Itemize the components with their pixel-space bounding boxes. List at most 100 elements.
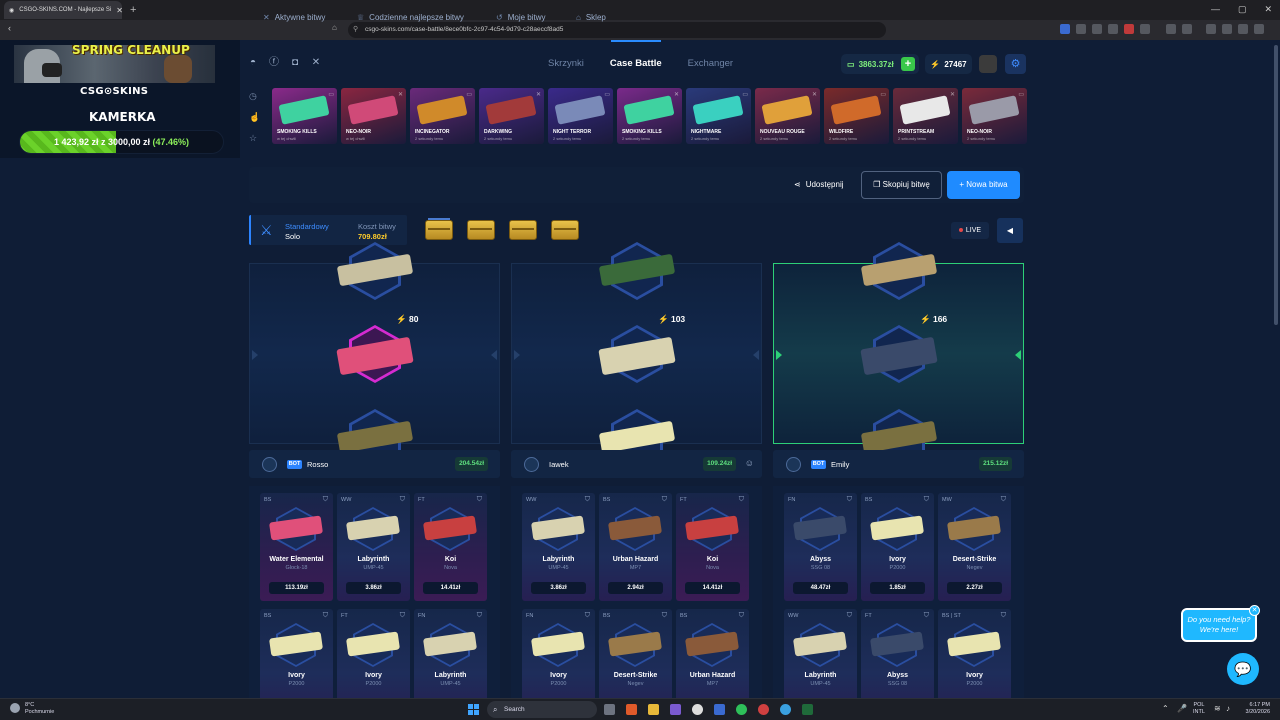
extension-icon[interactable] <box>1140 24 1150 34</box>
item-skin: Ivory <box>365 672 382 679</box>
help-bubble[interactable]: ✕ Do you need help? We're here! <box>1181 605 1260 642</box>
user-avatar[interactable] <box>979 55 997 73</box>
task-view-icon[interactable] <box>604 704 615 715</box>
item-price: 1.85zł <box>870 582 925 594</box>
taskbar-search[interactable]: ⌕ Search <box>487 701 597 718</box>
clock[interactable]: 6:17 PM 3/20/2026 <box>1246 702 1270 716</box>
share-button[interactable]: ⋖ Udostępnij <box>794 180 844 189</box>
windows-start-icon[interactable] <box>468 704 479 715</box>
item-card[interactable]: BS ⛉ Urban Hazard MP7 2.94zł <box>599 493 672 601</box>
avatar[interactable] <box>262 457 277 472</box>
live-badge[interactable]: LIVE <box>951 222 989 239</box>
extension-icon[interactable] <box>1222 24 1232 34</box>
chrome-icon[interactable] <box>780 704 791 715</box>
item-card[interactable]: WW ⛉ Labyrinth UMP-45 3.86zł <box>522 493 595 601</box>
extension-icon[interactable] <box>1108 24 1118 34</box>
close-window-icon[interactable]: ✕ <box>1264 4 1272 15</box>
nav-case-battle[interactable]: Case Battle <box>610 40 662 69</box>
x-twitter-icon[interactable]: ✕ <box>310 57 322 69</box>
item-card[interactable]: FN ⛉ Abyss SSG 08 48.47zł <box>784 493 857 601</box>
extension-icon[interactable] <box>1182 24 1192 34</box>
brave-icon[interactable] <box>626 704 637 715</box>
case-icon[interactable] <box>425 220 453 240</box>
item-card[interactable]: WW ⛉ Labyrinth UMP-45 3.86zł <box>337 493 410 601</box>
item-card[interactable]: BS ⛉ Water Elemental Glock-18 113.19zł <box>260 493 333 601</box>
case-icon[interactable] <box>551 220 579 240</box>
feed-card[interactable]: ✕ NEO-NOIR w tej chwili <box>341 88 406 144</box>
back-icon[interactable]: ‹ <box>8 23 11 33</box>
clock-icon[interactable]: ◷ <box>249 91 260 102</box>
app-icon[interactable] <box>802 704 813 715</box>
feed-card[interactable]: ▭ SMOKING KILLS w tej chwili <box>272 88 337 144</box>
file-explorer-icon[interactable] <box>648 704 659 715</box>
deposit-button[interactable]: + <box>901 57 915 71</box>
spotify-icon[interactable] <box>736 704 747 715</box>
item-skin: Urban Hazard <box>612 556 659 563</box>
close-help-icon[interactable]: ✕ <box>1249 605 1260 616</box>
subnav-active-battles[interactable]: ✕ Aktywne bitwy <box>263 13 325 22</box>
settings-gear-icon[interactable]: ⚙ <box>1005 54 1026 74</box>
emoji-icon[interactable]: ☺ <box>745 458 754 468</box>
avatar[interactable] <box>524 457 539 472</box>
minimize-icon[interactable]: — <box>1211 4 1220 15</box>
extension-icon[interactable] <box>1076 24 1086 34</box>
subnav-shop[interactable]: ⌂ Sklep <box>576 13 606 22</box>
feed-card[interactable]: ▭ INCINEGATOR 2 sekundy temu <box>410 88 475 144</box>
tray-arrow-icon[interactable]: ⌃ <box>1162 704 1169 713</box>
new-battle-button[interactable]: + Nowa bitwa <box>947 171 1020 199</box>
back-arrow-button[interactable]: ◀ <box>997 218 1023 243</box>
facebook-icon[interactable]: ⓕ <box>268 57 280 69</box>
extension-icon[interactable] <box>1092 24 1102 34</box>
close-tab-icon[interactable]: ✕ <box>116 6 122 15</box>
feed-card[interactable]: ✕ SMOKING KILLS 2 sekundy temu <box>617 88 682 144</box>
feed-card[interactable]: ✕ PRINTSTREAM 2 sekundy temu <box>893 88 958 144</box>
app-icon[interactable] <box>670 704 681 715</box>
subnav-my-battles[interactable]: ↺ Moje bitwy <box>496 13 546 22</box>
item-card[interactable]: BS ⛉ Ivory P2000 1.85zł <box>861 493 934 601</box>
subnav-daily-best[interactable]: ♕ Codzienne najlepsze bitwy <box>357 13 464 22</box>
feed-card[interactable]: ▭ NIGHT TERROR 2 sekundy temu <box>548 88 613 144</box>
weather-widget[interactable]: 8°C Pochmurnie <box>10 702 54 716</box>
balance-display[interactable]: ▭ 3863.37zł + <box>841 54 919 74</box>
discord-icon[interactable]: ◓ <box>247 57 259 69</box>
url-field[interactable]: ⚲ csgo-skins.com/case-battle/8ece0bfc-2c… <box>348 22 886 38</box>
new-tab-icon[interactable]: + <box>130 4 136 16</box>
chat-icon[interactable]: 💬 <box>1227 653 1259 685</box>
volume-icon[interactable]: ♪ <box>1226 704 1230 713</box>
steam-icon[interactable] <box>714 704 725 715</box>
page-scrollbar[interactable] <box>1274 45 1278 325</box>
feed-card[interactable]: ✕ DARKWING 2 sekundy temu <box>479 88 544 144</box>
obs-icon[interactable] <box>692 704 703 715</box>
browser-tab[interactable]: ◉ CSGO-SKINS.COM - Najlepsze Si ✕ <box>4 1 122 19</box>
bookmark-icon[interactable]: ⌂ <box>332 23 337 32</box>
app-icon[interactable] <box>758 704 769 715</box>
nav-skrzynki[interactable]: Skrzynki <box>548 58 584 69</box>
avatar[interactable] <box>786 457 801 472</box>
wifi-icon[interactable]: ≋ <box>1214 704 1221 713</box>
feed-card[interactable]: ✕ NOUVEAU ROUGE 2 sekundy temu <box>755 88 820 144</box>
language-indicator[interactable]: POL INTL <box>1193 702 1205 716</box>
item-card[interactable]: MW ⛉ Desert-Strike Negev 2.27zł <box>938 493 1011 601</box>
instagram-icon[interactable]: ◘ <box>289 57 301 69</box>
feed-card[interactable]: ▭ WILDFIRE 2 sekundy temu <box>824 88 889 144</box>
nav-exchanger[interactable]: Exchanger <box>688 58 733 69</box>
copy-battle-button[interactable]: ❐ Skopiuj bitwę <box>861 171 942 199</box>
feed-card[interactable]: ▭ NEO-NOIR 2 sekundy temu <box>962 88 1027 144</box>
item-card[interactable]: FT ⛉ Koi Nova 14.41zł <box>676 493 749 601</box>
mic-icon[interactable]: 🎤 <box>1177 704 1187 713</box>
sidebar-toggle-icon[interactable] <box>1206 24 1216 34</box>
thumbs-up-icon[interactable]: ☝ <box>249 112 260 123</box>
item-card[interactable]: FT ⛉ Koi Nova 14.41zł <box>414 493 487 601</box>
star-icon[interactable]: ☆ <box>249 133 260 144</box>
swords-icon: ✕ <box>263 13 270 22</box>
extension-icon[interactable] <box>1060 24 1070 34</box>
extension-icon[interactable] <box>1238 24 1248 34</box>
extension-icon[interactable] <box>1166 24 1176 34</box>
case-icon[interactable] <box>467 220 495 240</box>
feed-card[interactable]: ▭ NIGHTMARE 2 sekundy temu <box>686 88 751 144</box>
weapon-image <box>278 95 330 125</box>
menu-icon[interactable] <box>1254 24 1264 34</box>
maximize-icon[interactable]: ▢ <box>1238 4 1247 15</box>
case-icon[interactable] <box>509 220 537 240</box>
extension-icon[interactable] <box>1124 24 1134 34</box>
